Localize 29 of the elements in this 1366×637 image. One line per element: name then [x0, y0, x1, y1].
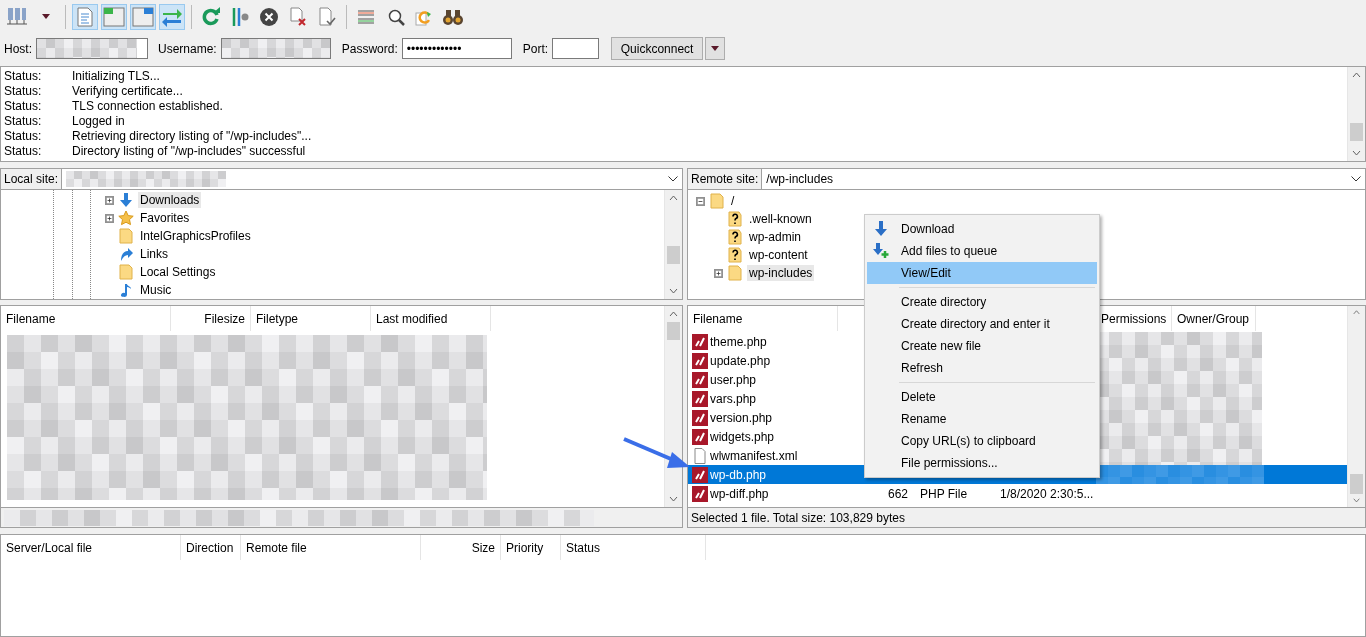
log-message: Logged in	[72, 113, 125, 128]
file-name: user.php	[710, 372, 757, 387]
log-message: Retrieving directory listing of "/wp-includes"...	[72, 128, 312, 143]
file-type: PHP File	[919, 486, 969, 501]
file-name: wp-db.php	[710, 467, 767, 482]
status-text: Selected 1 file. Total size: 103,829 bytes	[691, 510, 905, 525]
log-label: Status:	[4, 143, 43, 158]
log-message: Directory listing of "/wp-includes" successful	[72, 143, 306, 158]
file-name: version.php	[710, 410, 773, 425]
file-size: 662	[886, 486, 909, 501]
log-label: Status:	[4, 98, 43, 113]
password-label: Password:	[341, 41, 398, 56]
log-label: Status:	[4, 68, 43, 83]
log-message: Initializing TLS...	[72, 68, 160, 83]
log-label: Status:	[4, 128, 43, 143]
file-name: widgets.php	[710, 429, 775, 444]
file-name: vars.php	[710, 391, 757, 406]
file-modified: 1/8/2020 2:30:5...	[999, 486, 1095, 501]
log-message: Verifying certificate...	[72, 83, 183, 98]
username-label: Username:	[158, 41, 217, 56]
port-label: Port:	[522, 41, 549, 56]
file-name: wp-diff.php	[710, 486, 769, 501]
log-message: TLS connection established.	[72, 98, 223, 113]
log-label: Status:	[4, 83, 43, 98]
file-name: wlwmanifest.xml	[710, 448, 798, 463]
host-label: Host:	[4, 41, 32, 56]
log-label: Status:	[4, 113, 43, 128]
file-name: theme.php	[710, 334, 767, 349]
file-name: update.php	[710, 353, 771, 368]
